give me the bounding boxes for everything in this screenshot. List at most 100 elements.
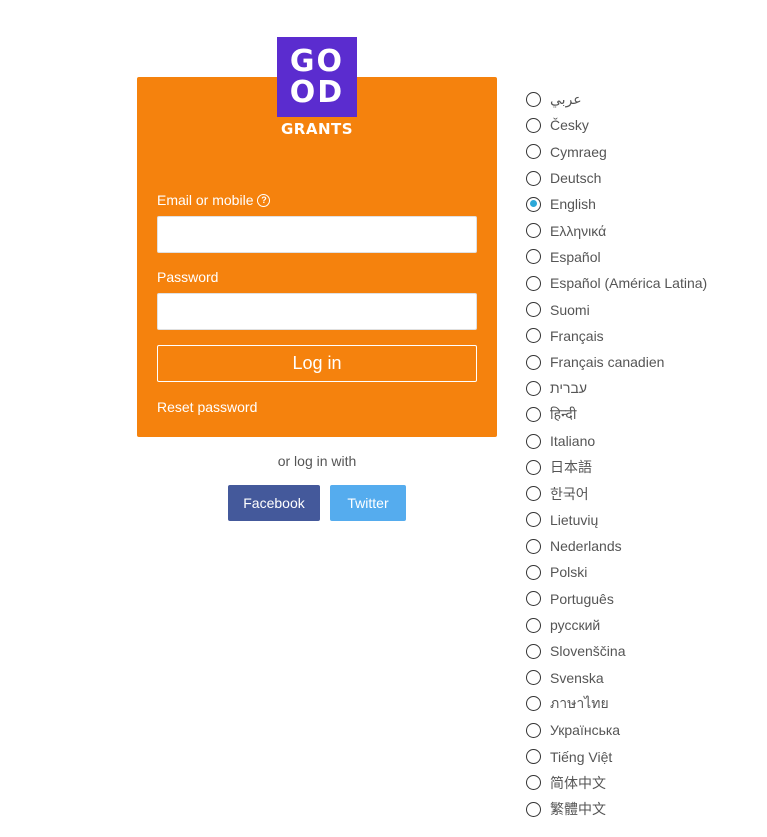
password-field[interactable] [157,293,477,330]
language-radio[interactable] [526,407,541,423]
language-option[interactable]: Cymraeg [526,139,707,165]
language-option[interactable]: Français [526,323,707,349]
language-radio[interactable] [526,275,541,291]
language-option[interactable]: عربي [526,86,707,112]
password-label: Password [157,269,218,285]
language-selector: عربي Česky Cymraeg Deutsch English Ελληνικά Es… [526,86,707,822]
language-radio[interactable] [526,328,541,344]
language-radio[interactable] [526,670,541,686]
language-label: Slovenščina [550,643,626,660]
language-radio[interactable] [526,564,541,580]
language-option[interactable]: Tiếng Việt [526,743,707,769]
language-label: Deutsch [550,170,602,187]
email-label-text: Email or mobile [157,192,254,208]
language-option[interactable]: עברית [526,375,707,401]
language-label: Cymraeg [550,143,607,160]
language-label: Українська [550,722,621,739]
language-option[interactable]: Español (América Latina) [526,270,707,296]
language-option[interactable]: 한국어 [526,480,707,506]
language-label: Português [550,590,614,607]
twitter-login-button[interactable]: Twitter [330,485,406,521]
language-radio[interactable] [526,433,541,449]
language-option[interactable]: Česky [526,112,707,138]
language-label: Español (América Latina) [550,275,708,292]
language-option[interactable]: Svenska [526,665,707,691]
logo-text-line2: OD [289,75,345,110]
language-option[interactable]: Português [526,586,707,612]
language-option[interactable]: 繁體中文 [526,796,707,822]
logo-wordmark: GRANTS [280,120,354,138]
language-option[interactable]: हिन्दी [526,402,707,428]
language-radio[interactable] [526,617,541,633]
language-label: Italiano [550,433,596,449]
language-option[interactable]: Lietuvių [526,507,707,533]
password-label-text: Password [157,269,219,285]
language-label: Tiếng Việt [550,748,613,765]
language-radio[interactable] [526,144,541,160]
language-radio[interactable] [526,117,541,133]
language-radio[interactable] [526,591,541,607]
language-radio[interactable] [526,696,541,712]
language-label: Français [550,327,604,344]
email-field[interactable] [157,216,477,253]
language-option[interactable]: Suomi [526,296,707,322]
language-label: Lietuvių [550,511,599,528]
language-option[interactable]: ภาษาไทย [526,691,707,717]
language-option[interactable]: Polski [526,559,707,585]
or-log-in-with-text: or log in with [277,453,357,469]
language-option[interactable]: Deutsch [526,165,707,191]
language-option[interactable]: 日本語 [526,454,707,480]
language-radio[interactable] [526,91,541,107]
language-label: Nederlands [550,538,622,555]
language-radio[interactable] [526,196,541,212]
language-option[interactable]: English [526,191,707,217]
language-radio[interactable] [526,223,541,239]
language-radio[interactable] [526,775,541,791]
language-option[interactable]: Nederlands [526,533,707,559]
language-radio[interactable] [526,302,541,318]
language-radio[interactable] [526,801,541,817]
language-option[interactable]: русский [526,612,707,638]
language-option[interactable]: Українська [526,717,707,743]
language-label: 한국어 [550,485,589,502]
good-grants-logo: GO OD [277,37,357,117]
language-radio[interactable] [526,512,541,528]
login-button[interactable]: Log in [157,345,477,382]
language-label: Ελληνικά [550,222,607,239]
language-option[interactable]: Español [526,244,707,270]
language-label: English [550,196,596,213]
language-label: עברית [550,380,588,397]
language-label: 繁體中文 [550,801,606,818]
language-radio[interactable] [526,486,541,502]
language-label: 简体中文 [550,774,606,791]
language-label: Svenska [550,669,604,686]
language-radio[interactable] [526,643,541,659]
language-option[interactable]: 简体中文 [526,770,707,796]
language-option[interactable]: Français canadien [526,349,707,375]
language-option[interactable]: Slovenščina [526,638,707,664]
language-radio[interactable] [526,170,541,186]
language-label: Español [550,248,601,265]
language-label: عربي [550,90,582,107]
language-radio[interactable] [526,538,541,554]
logo-text-line1: GO [289,44,345,79]
reset-password-link[interactable]: Reset password [157,399,257,415]
language-label: Français canadien [550,354,665,371]
language-radio[interactable] [526,722,541,738]
language-option[interactable]: Italiano [526,428,707,454]
language-radio[interactable] [526,249,541,265]
language-label: 日本語 [550,459,592,476]
question-circle-icon[interactable]: ? [257,193,271,207]
language-radio[interactable] [526,749,541,765]
language-option[interactable]: Ελληνικά [526,217,707,243]
language-label: русский [550,617,601,634]
language-label: Česky [550,117,589,134]
language-radio[interactable] [526,380,541,396]
language-radio[interactable] [526,354,541,370]
language-radio[interactable] [526,459,541,475]
language-label: हिन्दी [550,406,577,423]
language-label: ภาษาไทย [550,694,609,711]
language-label: Suomi [550,301,590,318]
facebook-login-button[interactable]: Facebook [228,485,320,521]
language-label: Polski [550,564,588,581]
